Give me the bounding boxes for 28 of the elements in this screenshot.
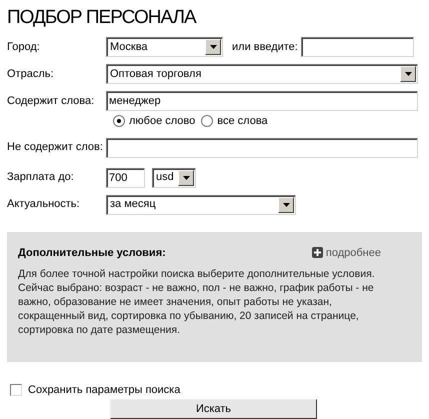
currency-select[interactable]: usd <box>152 168 196 188</box>
industry-select[interactable]: Оптовая торговля <box>106 64 418 84</box>
excludes-words-input[interactable] <box>106 138 418 158</box>
search-button[interactable]: Искать <box>110 399 317 419</box>
radio-label: все слова <box>217 114 268 129</box>
checkbox-label: Сохранить параметры поиска <box>28 382 180 398</box>
panel-text: Для более точной настройки поиска выберите дополнительные условия. <box>18 267 376 281</box>
more-link[interactable]: подробнее <box>312 244 381 261</box>
salary-input[interactable]: 700 <box>106 168 145 188</box>
radio-button[interactable] <box>201 115 214 128</box>
field-label: Содержит слова: <box>7 94 96 109</box>
field-label: Актуальность: <box>7 197 81 212</box>
contains-words-input[interactable]: менеджер <box>106 91 418 111</box>
panel-title: Дополнительные условия: <box>18 246 166 260</box>
city-select[interactable]: Москва <box>106 37 223 57</box>
field-label: Город: <box>7 40 41 55</box>
radio-label: любое слово <box>129 114 196 129</box>
city-input[interactable] <box>300 37 414 57</box>
checkbox[interactable] <box>10 384 22 396</box>
plus-icon <box>312 247 323 258</box>
field-label: Не содержит слов: <box>7 140 104 156</box>
freshness-select[interactable]: за месяц <box>106 194 296 214</box>
field-label: Отрасль: <box>7 66 55 82</box>
page-title: ПОДБОР ПЕРСОНАЛА <box>7 6 198 30</box>
field-label: или введите: <box>232 40 298 55</box>
radio-button[interactable] <box>113 115 125 128</box>
field-label: Зарплата до: <box>7 170 75 186</box>
panel-text: Сейчас выбрано: возраст - не важно, пол - не важно, график работы - не важно, образование не имеет значения, опыт работы не указан, сокращенный вид, сортировка по убыванию, 20 записей на странице, сортировка по дате размещения. <box>18 281 375 337</box>
